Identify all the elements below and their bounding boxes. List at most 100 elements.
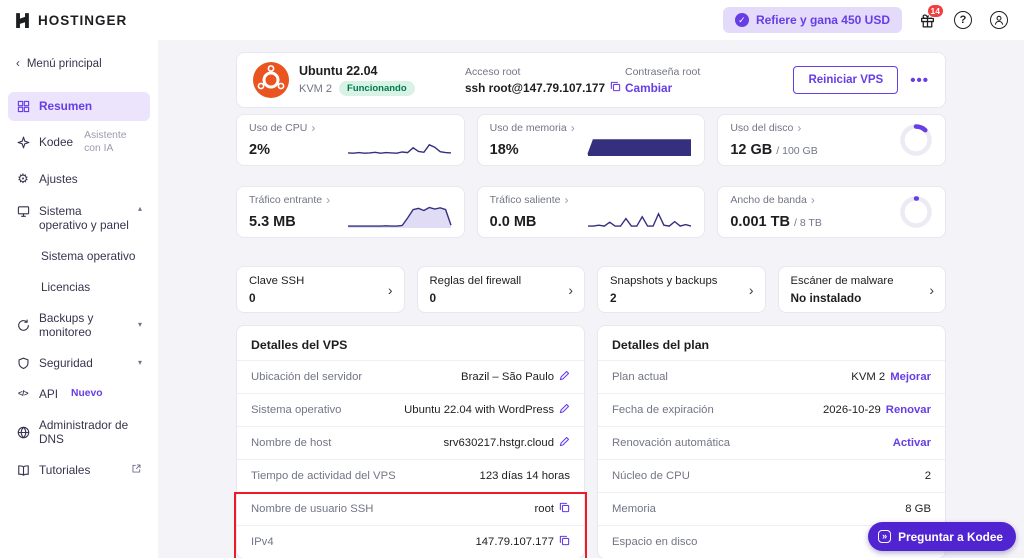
chevron-right-icon: › <box>564 193 569 207</box>
shield-icon <box>16 357 30 370</box>
sidebar-item-label: Ajustes <box>39 172 78 187</box>
sparkle-icon <box>16 136 30 149</box>
activate-link[interactable]: Activar <box>893 437 931 449</box>
hostinger-logo[interactable]: HOSTINGER <box>14 12 127 29</box>
root-password-label: Contraseña root <box>625 65 701 78</box>
status-badge: Funcionando <box>339 81 415 96</box>
referral-label: Refiere y gana 450 USD <box>755 13 890 27</box>
sidebar-item-tutoriales[interactable]: Tutoriales <box>8 456 150 485</box>
profile-button[interactable] <box>988 9 1010 31</box>
firewall-rules-card[interactable]: Reglas del firewall 0 › <box>416 266 585 313</box>
copy-icon[interactable] <box>610 81 621 95</box>
quick-link-label: Escáner de malware <box>790 275 894 287</box>
outbound-traffic-sparkline <box>588 212 692 227</box>
sidebar-item-administrador-de-dns[interactable]: Administrador de DNS <box>8 411 150 454</box>
quick-link-value: 2 <box>610 291 617 305</box>
refresh-icon <box>16 319 30 332</box>
snapshots-backups-card[interactable]: Snapshots y backups 2 › <box>597 266 766 313</box>
chevron-down-icon: ▾ <box>137 320 142 330</box>
quick-link-label: Reglas del firewall <box>429 275 522 287</box>
sidebar-item-api[interactable]: </> API Nuevo <box>8 380 150 409</box>
help-button[interactable]: ? <box>952 9 974 31</box>
metric-value: 18% <box>489 142 519 158</box>
cpu-usage-card[interactable]: Uso de CPU › 2% <box>236 114 465 166</box>
sidebar-item-label: Licencias <box>41 279 91 294</box>
metric-label[interactable]: Tráfico saliente › <box>490 194 569 206</box>
chevron-right-icon: › <box>387 281 393 298</box>
edit-icon[interactable] <box>559 436 570 450</box>
ssh-keys-card[interactable]: Clave SSH 0 › <box>236 266 405 313</box>
ubuntu-logo-icon <box>253 62 289 98</box>
metric-value: 12 GB / 100 GB <box>730 142 818 158</box>
upgrade-link[interactable]: Mejorar <box>890 371 931 383</box>
chevron-down-icon: ▾ <box>137 358 142 368</box>
external-link-icon <box>131 463 142 477</box>
more-options-button[interactable]: ••• <box>910 72 929 89</box>
detail-row-expiration-date: Fecha de expiración 2026-10-29 Renovar <box>598 393 945 426</box>
edit-icon[interactable] <box>559 403 570 417</box>
sidebar-item-label: Administrador de DNS <box>39 417 129 447</box>
detail-row-uptime: Tiempo de actividad del VPS 123 días 14 … <box>237 459 584 492</box>
referral-icon: ✓ <box>734 13 749 27</box>
cpu-usage-sparkline <box>347 143 451 154</box>
copy-icon[interactable] <box>559 535 570 549</box>
sidebar-item-note: Asistente con IA <box>84 129 127 154</box>
detail-row-server-location: Ubicación del servidor Brazil – São Paul… <box>237 360 584 393</box>
quick-link-value: 0 <box>429 291 437 305</box>
sidebar-item-resumen[interactable]: Resumen <box>8 92 150 121</box>
detail-row-ssh-username: Nombre de usuario SSH root <box>237 492 584 525</box>
sidebar-item-kodee[interactable]: Kodee Asistente con IA <box>8 123 150 163</box>
memory-usage-sparkline <box>587 139 692 156</box>
metric-label[interactable]: Uso de memoria › <box>490 122 575 134</box>
restart-vps-button[interactable]: Reiniciar VPS <box>793 66 899 94</box>
bandwidth-card[interactable]: Ancho de banda › 0.001 TB / 8 TB <box>717 186 946 238</box>
sidebar: ‹ Menú principal Resumen Kodee Asistente… <box>0 40 158 558</box>
change-password-link[interactable]: Cambiar <box>625 81 672 95</box>
outbound-traffic-card[interactable]: Tráfico saliente › 0.0 MB <box>476 186 706 238</box>
chevron-right-icon: › <box>929 281 934 298</box>
sidebar-item-ajustes[interactable]: ⚙ Ajustes <box>8 164 150 194</box>
sidebar-item-backups-y-monitoreo[interactable]: Backups y monitoreo ▾ <box>8 304 150 347</box>
notification-badge: 14 <box>926 4 944 18</box>
vps-details-card: Detalles del VPS Ubicación del servidor … <box>234 325 587 558</box>
edit-icon[interactable] <box>559 370 570 384</box>
metric-label[interactable]: Tráfico entrante › <box>249 194 330 206</box>
memory-usage-card[interactable]: Uso de memoria › 18% <box>476 114 706 166</box>
gift-button[interactable]: 14 <box>916 4 944 31</box>
brand-name: HOSTINGER <box>38 12 128 28</box>
metric-label[interactable]: Uso de CPU › <box>249 122 315 134</box>
help-icon: ? <box>954 11 972 29</box>
renew-link[interactable]: Renovar <box>886 404 931 416</box>
chevron-right-icon: › <box>311 121 316 135</box>
referral-button[interactable]: ✓ Refiere y gana 450 USD <box>722 7 902 33</box>
back-label: Menú principal <box>26 58 102 70</box>
malware-scanner-card[interactable]: Escáner de malware No instalado › <box>777 266 946 313</box>
sidebar-item-label: Sistema operativo y panel <box>39 203 129 233</box>
sidebar-item-sistema-operativo-y-panel[interactable]: Sistema operativo y panel ▴ <box>8 197 150 240</box>
plan-name: KVM 2 <box>299 82 333 95</box>
metrics-grid: Uso de CPU › 2% Uso de memoria › 18% Uso… <box>236 114 946 238</box>
copy-icon[interactable] <box>559 502 570 516</box>
globe-icon <box>16 426 30 439</box>
ssh-command: ssh root@147.79.107.177 <box>465 80 606 95</box>
inbound-traffic-card[interactable]: Tráfico entrante › 5.3 MB <box>236 186 465 238</box>
metric-value: 5.3 MB <box>249 214 296 230</box>
sidebar-item-label: Backups y monitoreo <box>39 310 94 340</box>
disk-usage-card[interactable]: Uso del disco › 12 GB / 100 GB <box>717 114 946 166</box>
metric-label[interactable]: Uso del disco › <box>730 122 817 134</box>
sidebar-item-seguridad[interactable]: Seguridad ▾ <box>8 349 150 378</box>
ask-kodee-button[interactable]: » Preguntar a Kodee <box>868 522 1016 551</box>
inbound-traffic-sparkline <box>347 206 452 228</box>
detail-row-operating-system: Sistema operativo Ubuntu 22.04 with Word… <box>237 393 584 426</box>
bandwidth-donut <box>900 196 932 228</box>
sidebar-item-sistema-operativo[interactable]: Sistema operativo <box>8 242 150 271</box>
quick-links: Clave SSH 0 › Reglas del firewall 0 › Sn… <box>236 266 946 313</box>
metric-value: 0.0 MB <box>489 214 537 230</box>
metric-label[interactable]: Ancho de banda › <box>730 194 822 206</box>
main-content: Ubuntu 22.04 KVM 2 Funcionando Acceso ro… <box>158 40 1024 558</box>
topbar: HOSTINGER ✓ Refiere y gana 450 USD 14 ? <box>0 0 1024 40</box>
chevron-right-icon: › <box>326 193 331 207</box>
chevron-left-icon: ‹ <box>16 58 20 70</box>
back-to-main-menu[interactable]: ‹ Menú principal <box>0 50 158 90</box>
sidebar-item-licencias[interactable]: Licencias <box>8 273 150 302</box>
